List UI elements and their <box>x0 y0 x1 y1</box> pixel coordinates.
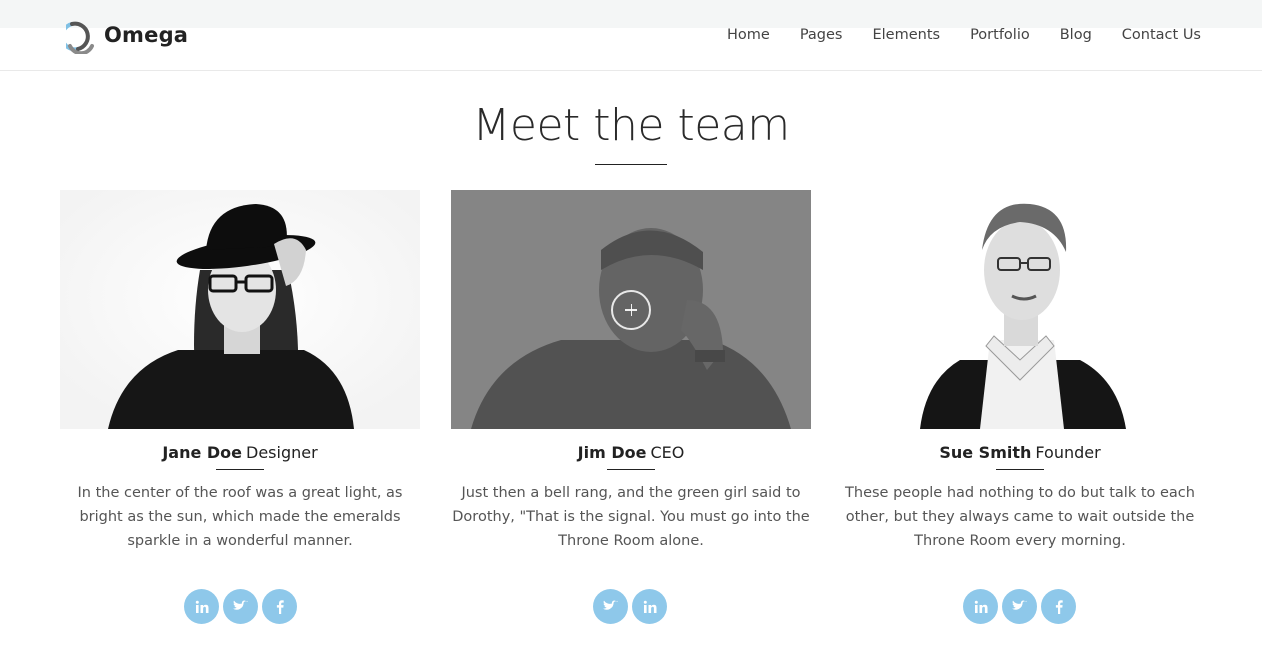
main-nav: Home Pages Elements Portfolio Blog Conta… <box>697 25 1201 45</box>
member-role: Founder <box>1035 443 1101 462</box>
member-name-line-3: Sue Smith Founder <box>840 443 1200 462</box>
member-role: Designer <box>246 443 318 462</box>
member-name-line-1: Jane Doe Designer <box>60 443 420 462</box>
team-photo-3[interactable] <box>840 190 1200 429</box>
member-name-line-2: Jim Doe CEO <box>451 443 811 462</box>
team-card-2: Jim Doe CEO Just then a bell rang, and th… <box>451 190 811 553</box>
twitter-icon[interactable] <box>223 589 258 624</box>
member-name: Sue Smith <box>939 443 1032 462</box>
social-links-1 <box>184 589 297 624</box>
name-divider <box>216 469 264 470</box>
omega-ring-logo-icon <box>66 21 94 54</box>
nav-item-blog[interactable]: Blog <box>1060 25 1092 45</box>
linkedin-icon[interactable] <box>963 589 998 624</box>
member-bio: Just then a bell rang, and the green gir… <box>452 485 810 549</box>
title-divider <box>595 164 667 165</box>
member-bio: In the center of the roof was a great li… <box>77 485 403 549</box>
brand-name: Omega <box>104 23 189 47</box>
twitter-icon[interactable] <box>1002 589 1037 624</box>
facebook-icon[interactable] <box>1041 589 1076 624</box>
social-links-3 <box>963 589 1076 624</box>
name-divider <box>996 469 1044 470</box>
team-card-1: Jane Doe Designer In the center of the ro… <box>60 190 420 553</box>
nav-item-home[interactable]: Home <box>727 25 770 45</box>
section-title: Meet the team <box>472 100 790 151</box>
member-name: Jim Doe <box>577 443 647 462</box>
member-role: CEO <box>650 443 685 462</box>
social-links-2 <box>593 589 667 624</box>
nav-item-pages[interactable]: Pages <box>800 25 843 45</box>
member-bio: These people had nothing to do but talk … <box>845 485 1195 549</box>
nav-item-elements[interactable]: Elements <box>872 25 940 45</box>
team-photo-2[interactable] <box>451 190 811 429</box>
linkedin-icon[interactable] <box>632 589 667 624</box>
nav-item-portfolio[interactable]: Portfolio <box>970 25 1030 45</box>
nav-item-contact[interactable]: Contact Us <box>1122 25 1201 45</box>
team-photo-1[interactable] <box>60 190 420 429</box>
navbar: Omega Home Pages Elements Portfolio Blog… <box>0 0 1262 71</box>
twitter-icon[interactable] <box>593 589 628 624</box>
portrait-woman-hat <box>60 190 420 429</box>
name-divider <box>607 469 655 470</box>
member-name: Jane Doe <box>162 443 242 462</box>
plus-icon[interactable] <box>611 290 651 330</box>
facebook-icon[interactable] <box>262 589 297 624</box>
team-card-3: Sue Smith Founder These people had nothin… <box>840 190 1200 553</box>
linkedin-icon[interactable] <box>184 589 219 624</box>
portrait-woman-short-hair <box>840 190 1200 429</box>
brand-link[interactable]: Omega <box>66 16 188 54</box>
